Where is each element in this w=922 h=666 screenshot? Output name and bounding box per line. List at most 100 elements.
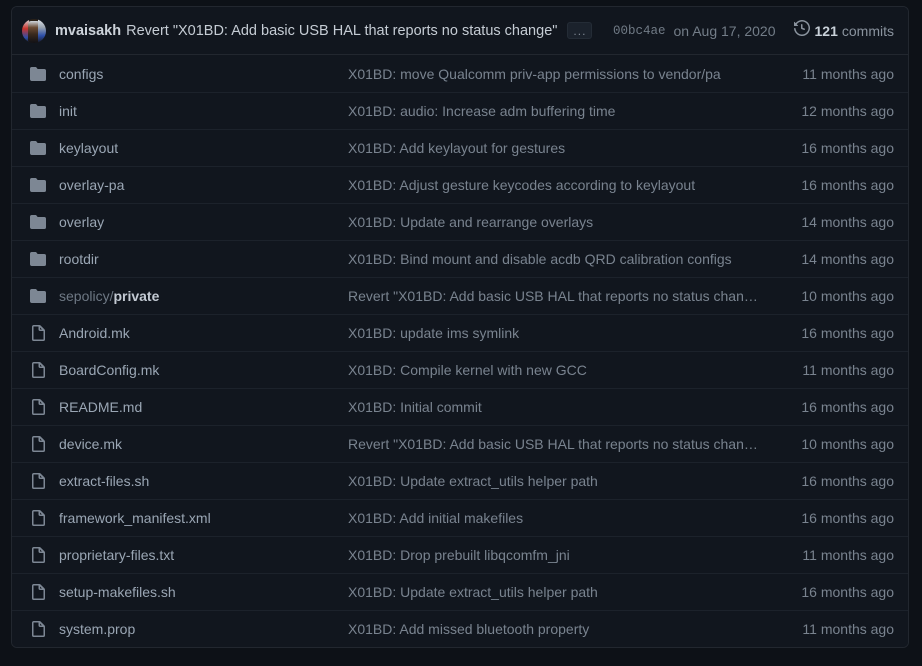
row-icon-cell: [12, 66, 59, 82]
commit-message-cell[interactable]: X01BD: Add missed bluetooth property: [348, 621, 772, 637]
file-icon: [30, 362, 46, 378]
file-name-link[interactable]: init: [59, 103, 348, 119]
table-row[interactable]: framework_manifest.xml X01BD: Add initia…: [12, 499, 908, 536]
table-row[interactable]: overlay X01BD: Update and rearrange over…: [12, 203, 908, 240]
avatar[interactable]: [22, 19, 46, 43]
row-icon-cell: [12, 177, 59, 193]
file-name-link[interactable]: sepolicy/private: [59, 288, 348, 304]
row-icon-cell: [12, 103, 59, 119]
row-icon-cell: [12, 325, 59, 341]
file-name-link[interactable]: framework_manifest.xml: [59, 510, 348, 526]
file-name-link[interactable]: Android.mk: [59, 325, 348, 341]
file-icon: [30, 621, 46, 637]
commit-message-cell[interactable]: Revert "X01BD: Add basic USB HAL that re…: [348, 436, 772, 452]
last-commit-age: 16 months ago: [772, 140, 908, 156]
file-icon: [30, 547, 46, 563]
row-icon-cell: [12, 473, 59, 489]
file-name-prefix: sepolicy/: [59, 288, 113, 304]
file-name-link[interactable]: extract-files.sh: [59, 473, 348, 489]
commit-sha-link[interactable]: 00bc4ae: [613, 24, 666, 38]
row-icon-cell: [12, 399, 59, 415]
table-row[interactable]: device.mk Revert "X01BD: Add basic USB H…: [12, 425, 908, 462]
avatar-part-right: [38, 19, 46, 43]
commit-message-cell[interactable]: X01BD: Adjust gesture keycodes according…: [348, 177, 772, 193]
file-name-link[interactable]: overlay-pa: [59, 177, 348, 193]
table-row[interactable]: setup-makefiles.sh X01BD: Update extract…: [12, 573, 908, 610]
expand-commit-message-button[interactable]: ...: [567, 22, 592, 39]
commit-message-cell[interactable]: X01BD: Bind mount and disable acdb QRD c…: [348, 251, 772, 267]
row-icon-cell: [12, 251, 59, 267]
file-name-link[interactable]: system.prop: [59, 621, 348, 637]
last-commit-age: 16 months ago: [772, 177, 908, 193]
file-icon: [30, 436, 46, 452]
last-commit-age: 16 months ago: [772, 325, 908, 341]
table-row[interactable]: README.md X01BD: Initial commit 16 month…: [12, 388, 908, 425]
commit-message-cell[interactable]: X01BD: update ims symlink: [348, 325, 772, 341]
commit-message-cell[interactable]: X01BD: Update extract_utils helper path: [348, 473, 772, 489]
table-row[interactable]: overlay-pa X01BD: Adjust gesture keycode…: [12, 166, 908, 203]
commit-message-cell[interactable]: X01BD: Drop prebuilt libqcomfm_jni: [348, 547, 772, 563]
commits-label: commits: [842, 23, 894, 39]
table-row[interactable]: extract-files.sh X01BD: Update extract_u…: [12, 462, 908, 499]
row-icon-cell: [12, 288, 59, 304]
last-commit-age: 10 months ago: [772, 288, 908, 304]
folder-icon: [30, 288, 46, 304]
file-name-link[interactable]: keylayout: [59, 140, 348, 156]
commit-message-cell[interactable]: X01BD: Add initial makefiles: [348, 510, 772, 526]
table-row[interactable]: proprietary-files.txt X01BD: Drop prebui…: [12, 536, 908, 573]
commit-author-link[interactable]: mvaisakh: [55, 23, 121, 39]
folder-icon: [30, 140, 46, 156]
table-row[interactable]: Android.mk X01BD: update ims symlink 16 …: [12, 314, 908, 351]
table-row[interactable]: keylayout X01BD: Add keylayout for gestu…: [12, 129, 908, 166]
commit-message-cell[interactable]: X01BD: Update extract_utils helper path: [348, 584, 772, 600]
commit-message-link[interactable]: Revert "X01BD: Add basic USB HAL that re…: [126, 23, 557, 39]
row-icon-cell: [12, 214, 59, 230]
file-name-link[interactable]: device.mk: [59, 436, 348, 452]
folder-icon: [30, 66, 46, 82]
commit-message-cell[interactable]: X01BD: audio: Increase adm buffering tim…: [348, 103, 772, 119]
last-commit-age: 11 months ago: [772, 621, 908, 637]
table-row[interactable]: rootdir X01BD: Bind mount and disable ac…: [12, 240, 908, 277]
table-row[interactable]: BoardConfig.mk X01BD: Compile kernel wit…: [12, 351, 908, 388]
commit-date: on Aug 17, 2020: [674, 23, 776, 39]
last-commit-age: 16 months ago: [772, 510, 908, 526]
last-commit-age: 14 months ago: [772, 251, 908, 267]
file-name-link[interactable]: BoardConfig.mk: [59, 362, 348, 378]
file-icon: [30, 473, 46, 489]
table-row[interactable]: configs X01BD: move Qualcomm priv-app pe…: [12, 55, 908, 92]
file-name-link[interactable]: rootdir: [59, 251, 348, 267]
file-name-leaf: private: [113, 288, 159, 304]
commit-message-cell[interactable]: Revert "X01BD: Add basic USB HAL that re…: [348, 288, 772, 304]
commit-message-cell[interactable]: X01BD: Compile kernel with new GCC: [348, 362, 772, 378]
file-name-link[interactable]: README.md: [59, 399, 348, 415]
folder-icon: [30, 214, 46, 230]
folder-icon: [30, 251, 46, 267]
commits-count: 121: [815, 23, 838, 39]
history-clock-icon: [794, 20, 810, 41]
file-name-link[interactable]: setup-makefiles.sh: [59, 584, 348, 600]
latest-commit-header: mvaisakh Revert "X01BD: Add basic USB HA…: [12, 7, 908, 55]
last-commit-age: 11 months ago: [772, 66, 908, 82]
last-commit-age: 16 months ago: [772, 473, 908, 489]
last-commit-age: 10 months ago: [772, 436, 908, 452]
file-icon: [30, 325, 46, 341]
table-row[interactable]: system.prop X01BD: Add missed bluetooth …: [12, 610, 908, 647]
folder-icon: [30, 177, 46, 193]
commit-meta: 00bc4ae on Aug 17, 2020 121 commits: [595, 20, 894, 41]
file-name-link[interactable]: proprietary-files.txt: [59, 547, 348, 563]
file-name-link[interactable]: configs: [59, 66, 348, 82]
last-commit-age: 11 months ago: [772, 547, 908, 563]
table-row[interactable]: sepolicy/private Revert "X01BD: Add basi…: [12, 277, 908, 314]
commits-history-link[interactable]: 121 commits: [794, 20, 894, 41]
commit-message-cell[interactable]: X01BD: Update and rearrange overlays: [348, 214, 772, 230]
table-row[interactable]: init X01BD: audio: Increase adm bufferin…: [12, 92, 908, 129]
commit-message-cell[interactable]: X01BD: Initial commit: [348, 399, 772, 415]
row-icon-cell: [12, 510, 59, 526]
commit-message-cell[interactable]: X01BD: move Qualcomm priv-app permission…: [348, 66, 772, 82]
row-icon-cell: [12, 362, 59, 378]
file-name-link[interactable]: overlay: [59, 214, 348, 230]
last-commit-age: 14 months ago: [772, 214, 908, 230]
commit-message-cell[interactable]: X01BD: Add keylayout for gestures: [348, 140, 772, 156]
file-list: configs X01BD: move Qualcomm priv-app pe…: [12, 55, 908, 647]
repository-file-table: mvaisakh Revert "X01BD: Add basic USB HA…: [11, 6, 909, 648]
